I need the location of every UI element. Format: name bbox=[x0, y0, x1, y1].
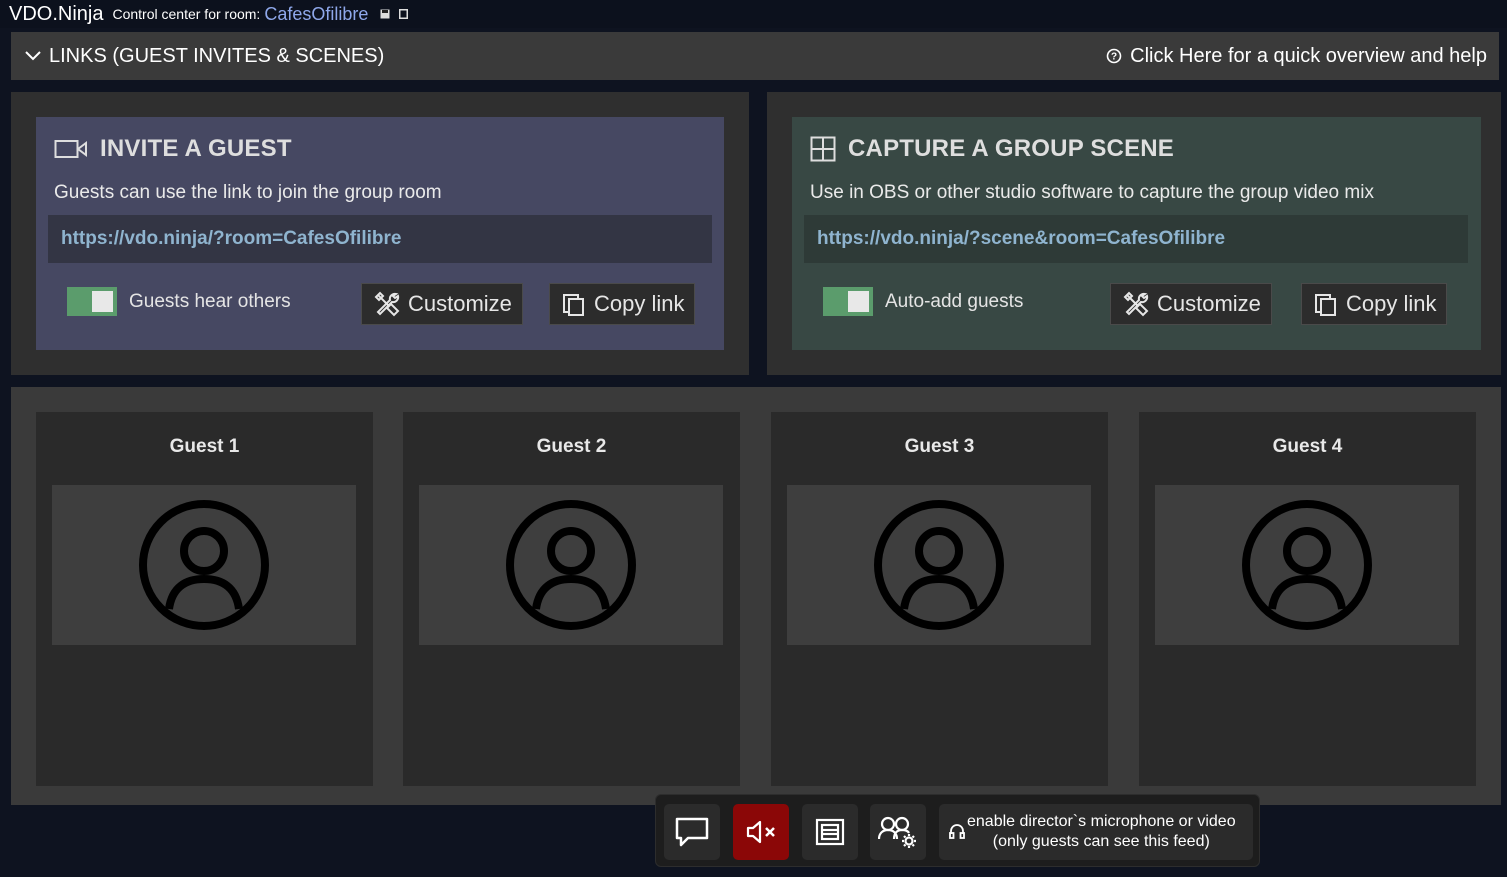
links-section-toggle[interactable]: LINKS (GUEST INVITES & SCENES) bbox=[25, 45, 384, 68]
invite-link[interactable]: https://vdo.ninja/?room=CafesOfilibre bbox=[48, 215, 712, 263]
top-header: VDO.Ninja Control center for room: Cafes… bbox=[0, 0, 1507, 28]
grid-icon bbox=[810, 136, 836, 162]
guest-name: Guest 3 bbox=[904, 436, 975, 457]
mute-speaker-button[interactable] bbox=[733, 804, 789, 860]
guest-slot[interactable]: Guest 3 bbox=[771, 412, 1108, 786]
scene-copy-link-button[interactable]: Copy link bbox=[1301, 283, 1448, 325]
users-settings-icon bbox=[878, 816, 916, 848]
auto-add-guests-toggle[interactable] bbox=[823, 287, 873, 316]
user-avatar-icon bbox=[139, 500, 269, 630]
guest-slot[interactable]: Guest 2 bbox=[403, 412, 740, 786]
invite-title-text: INVITE A GUEST bbox=[100, 135, 292, 162]
auto-add-guests-label: Auto-add guests bbox=[885, 290, 1024, 312]
invite-customize-label: Customize bbox=[408, 291, 512, 316]
help-icon: ? bbox=[1106, 48, 1122, 64]
guest-video-placeholder bbox=[1155, 485, 1459, 645]
copy-icon bbox=[563, 294, 584, 316]
brand-name: VDO.Ninja bbox=[9, 2, 104, 25]
invite-customize-button[interactable]: Customize bbox=[361, 283, 523, 325]
chat-button[interactable] bbox=[664, 804, 720, 860]
invite-panel: INVITE A GUEST Guests can use the link t… bbox=[11, 92, 749, 375]
guest-settings-button[interactable] bbox=[870, 804, 926, 860]
control-center-label: Control center for room: bbox=[112, 6, 261, 22]
scene-copy-label: Copy link bbox=[1346, 291, 1437, 316]
help-label: Click Here for a quick overview and help bbox=[1130, 44, 1487, 67]
guest-name: Guest 1 bbox=[169, 436, 240, 457]
tools-icon bbox=[1123, 291, 1149, 317]
room-name[interactable]: CafesOfilibre bbox=[264, 4, 368, 25]
invite-guest-card: INVITE A GUEST Guests can use the link t… bbox=[36, 117, 724, 350]
links-bar: LINKS (GUEST INVITES & SCENES) ? Click H… bbox=[11, 32, 1499, 80]
speaker-muted-icon bbox=[746, 820, 775, 844]
director-media-line-1: enable director`s microphone or video bbox=[967, 813, 1236, 830]
scene-description: Use in OBS or other studio software to c… bbox=[810, 182, 1374, 203]
save-icon[interactable] bbox=[380, 9, 390, 19]
guest-name: Guest 4 bbox=[1272, 436, 1343, 457]
guests-hear-others-toggle[interactable] bbox=[67, 287, 117, 316]
user-avatar-icon bbox=[506, 500, 636, 630]
guest-video-placeholder bbox=[787, 485, 1091, 645]
window-icon[interactable] bbox=[399, 9, 409, 19]
copy-icon bbox=[1315, 294, 1336, 316]
capture-scene-card: CAPTURE A GROUP SCENE Use in OBS or othe… bbox=[792, 117, 1481, 350]
enable-director-media-button[interactable]: enable director`s microphone or video (o… bbox=[939, 804, 1253, 860]
layout-button[interactable] bbox=[802, 804, 858, 860]
tools-icon bbox=[374, 291, 400, 317]
scene-link[interactable]: https://vdo.ninja/?scene&room=CafesOfili… bbox=[804, 215, 1468, 263]
scene-title: CAPTURE A GROUP SCENE bbox=[810, 135, 1174, 163]
svg-text:?: ? bbox=[1111, 52, 1117, 63]
scene-customize-button[interactable]: Customize bbox=[1110, 283, 1272, 325]
guest-video-placeholder bbox=[419, 485, 723, 645]
invite-copy-label: Copy link bbox=[594, 291, 685, 316]
video-camera-icon bbox=[54, 140, 87, 158]
user-avatar-icon bbox=[1242, 500, 1372, 630]
guest-slots: Guest 1 Guest 2 Guest 3 Guest 4 bbox=[11, 387, 1501, 805]
invite-title: INVITE A GUEST bbox=[54, 135, 292, 163]
auto-add-guests-row: Auto-add guests bbox=[823, 287, 1023, 316]
invite-description: Guests can use the link to join the grou… bbox=[54, 182, 442, 203]
invite-copy-link-button[interactable]: Copy link bbox=[549, 283, 696, 325]
help-link[interactable]: ? Click Here for a quick overview and he… bbox=[1106, 45, 1487, 68]
guest-video-placeholder bbox=[52, 485, 356, 645]
chevron-down-icon bbox=[25, 51, 41, 61]
chat-icon bbox=[675, 817, 709, 847]
headset-icon bbox=[949, 824, 965, 839]
links-section-label: LINKS (GUEST INVITES & SCENES) bbox=[49, 44, 385, 67]
scene-title-text: CAPTURE A GROUP SCENE bbox=[848, 135, 1175, 162]
director-control-bar: enable director`s microphone or video (o… bbox=[655, 794, 1260, 867]
director-media-line-2: (only guests can see this feed) bbox=[992, 833, 1210, 850]
guests-hear-others-row: Guests hear others bbox=[67, 287, 291, 316]
guest-slot[interactable]: Guest 4 bbox=[1139, 412, 1476, 786]
guest-slot[interactable]: Guest 1 bbox=[36, 412, 373, 786]
user-avatar-icon bbox=[874, 500, 1004, 630]
scene-panel: CAPTURE A GROUP SCENE Use in OBS or othe… bbox=[767, 92, 1501, 375]
director-media-text: enable director`s microphone or video (o… bbox=[967, 812, 1236, 852]
layout-icon bbox=[815, 818, 845, 846]
guests-hear-others-label: Guests hear others bbox=[129, 290, 291, 312]
guest-name: Guest 2 bbox=[536, 436, 607, 457]
scene-customize-label: Customize bbox=[1157, 291, 1261, 316]
